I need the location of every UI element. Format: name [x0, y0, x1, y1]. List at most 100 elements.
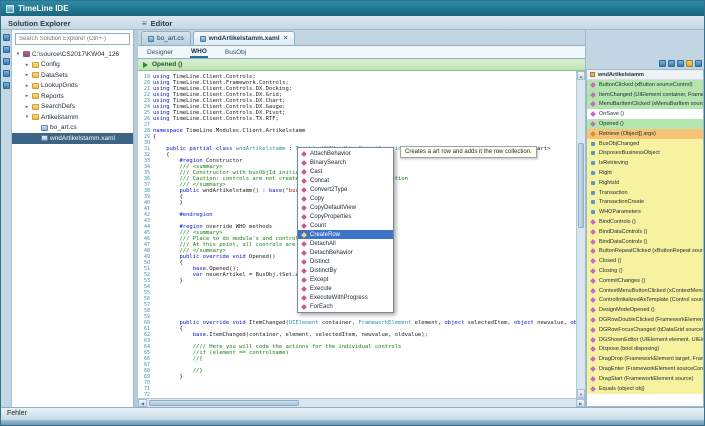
member-item[interactable]: Dispose (bool disposing) — [587, 344, 703, 355]
subtab[interactable]: WHO — [190, 46, 208, 58]
member-item[interactable]: Transaction — [587, 187, 703, 198]
editor-tab[interactable]: bo_art.cs — [141, 31, 191, 45]
subtab[interactable]: Designer — [146, 47, 174, 57]
member-item[interactable]: BindDataControls () — [587, 226, 703, 237]
documents-icon[interactable] — [2, 58, 10, 65]
autocomplete-item[interactable]: Concat — [298, 176, 393, 185]
menu-icon[interactable] — [142, 19, 147, 28]
expander-icon[interactable] — [24, 83, 30, 89]
member-item[interactable]: DGShownEditor (UIElement element, UIElem… — [587, 334, 703, 345]
member-item[interactable]: DGRowDoubleClicked (FrameworkElement ele… — [587, 315, 703, 325]
member-item[interactable]: BindControls () — [587, 217, 703, 227]
member-item[interactable]: Closed () — [587, 256, 703, 267]
tree-item[interactable]: DataSets — [12, 70, 133, 81]
member-item[interactable]: TransactionCreate — [587, 197, 703, 208]
autocomplete-item[interactable]: CopyProperties — [298, 212, 393, 221]
search-input[interactable] — [15, 33, 130, 45]
members-header[interactable]: wndArtikelstamm — [587, 70, 703, 80]
member-item[interactable]: DragDrop (FrameworkElement target, Frame… — [587, 354, 703, 365]
node-icon — [23, 51, 30, 58]
scroll-down-icon[interactable] — [577, 389, 585, 398]
member-item[interactable]: BusObjChanged — [587, 138, 703, 149]
close-icon[interactable] — [284, 36, 288, 42]
sort-alpha-icon[interactable] — [659, 60, 666, 67]
tree-item[interactable]: Reports — [12, 91, 133, 102]
autocomplete-item[interactable]: CopyDefaultView — [298, 203, 393, 212]
member-item[interactable]: IsRetrieving — [587, 158, 703, 169]
tree-item[interactable]: wndArtikelstamm.xaml — [12, 133, 133, 144]
expander-icon[interactable] — [24, 72, 30, 78]
autocomplete-item[interactable]: CreateRow — [298, 230, 393, 239]
member-item[interactable]: OnSave () — [587, 109, 703, 120]
member-item[interactable]: Opened () — [587, 119, 703, 129]
help-icon[interactable] — [2, 82, 10, 89]
solution-icon[interactable] — [2, 34, 10, 41]
solution-explorer-header[interactable]: Solution Explorer — [1, 16, 138, 29]
member-item[interactable]: DGRowFocusChanged (bDataGrid sourceContr… — [587, 324, 703, 335]
tree-item[interactable]: Artikelstamm — [12, 112, 133, 123]
show-properties-icon[interactable] — [686, 60, 693, 67]
expander-icon[interactable] — [24, 104, 30, 110]
member-item[interactable]: ItemChanged (UIElement container, Framew… — [587, 89, 703, 100]
horizontal-scrollbar[interactable] — [138, 398, 585, 407]
member-item[interactable]: DragStart (FrameworkElement source) — [587, 373, 703, 384]
tree-item[interactable]: C:\source\CS2017\KW04_126 — [12, 49, 133, 60]
scrollbar-thumb[interactable] — [578, 142, 584, 228]
tree-item[interactable]: bo_art.cs — [12, 123, 133, 134]
member-item[interactable]: BindDataControls () — [587, 236, 703, 247]
autocomplete-item[interactable]: Distinct — [298, 257, 393, 266]
search-icon[interactable] — [2, 46, 10, 53]
autocomplete-item[interactable]: Except — [298, 275, 393, 284]
autocomplete-item[interactable]: Convert2Type — [298, 185, 393, 194]
autocomplete-item[interactable]: DetachAll — [298, 239, 393, 248]
member-item[interactable]: Closing () — [587, 266, 703, 276]
member-item[interactable]: ButtonClicked (xButton sourceControl) — [587, 80, 703, 90]
member-item[interactable]: ButtonRepeatClicked (xButtonRepeat sourc… — [587, 246, 703, 257]
group-by-type-icon[interactable] — [668, 60, 675, 67]
autocomplete-item[interactable]: Count — [298, 221, 393, 230]
member-item[interactable]: RightsId — [587, 177, 703, 188]
member-item[interactable]: Right — [587, 168, 703, 178]
autocomplete-item[interactable]: Execute — [298, 284, 393, 293]
scrollbar-thumb[interactable] — [149, 400, 299, 406]
member-item[interactable]: DesignModeOpened () — [587, 305, 703, 316]
autocomplete-item[interactable]: AttachBehavior — [298, 149, 393, 158]
title-bar[interactable]: TimeLine IDE — [1, 1, 704, 16]
member-item[interactable]: ControlInitializedAsTemplate (Control so… — [587, 295, 703, 306]
show-events-icon[interactable] — [677, 60, 684, 67]
show-methods-icon[interactable] — [695, 60, 702, 67]
autocomplete-item[interactable]: ForEach — [298, 302, 393, 311]
expander-icon[interactable] — [24, 114, 30, 120]
scroll-left-icon[interactable] — [138, 399, 147, 407]
editor-header[interactable]: Editor — [138, 16, 704, 29]
autocomplete-item[interactable]: ExecuteWithProgress — [298, 293, 393, 302]
autocomplete-item[interactable]: DistinctBy — [298, 266, 393, 275]
expander-icon[interactable] — [24, 62, 30, 68]
tree-item[interactable]: LookupGrids — [12, 81, 133, 92]
autocomplete-item[interactable]: BinarySearch — [298, 158, 393, 167]
settings-icon[interactable] — [2, 70, 10, 77]
member-item[interactable]: Equals (object obj) — [587, 383, 703, 394]
autocomplete-item[interactable]: DetachBehavior — [298, 248, 393, 257]
scroll-right-icon[interactable] — [576, 399, 585, 407]
status-bar[interactable]: Fehler — [1, 407, 704, 420]
autocomplete-item[interactable]: Cast — [298, 167, 393, 176]
member-item[interactable]: Retrieve (Object[] args) — [587, 128, 703, 139]
member-kind-icon — [591, 141, 595, 146]
tree-item[interactable]: Config — [12, 60, 133, 71]
member-item[interactable]: ContextMenuButtonClicked (xContextMenuBu… — [587, 285, 703, 296]
tree-item[interactable]: SearchDefs — [12, 102, 133, 113]
member-item[interactable]: CommitChanges () — [587, 275, 703, 286]
scroll-up-icon[interactable] — [577, 71, 585, 80]
member-item[interactable]: DisposesBusinessObject — [587, 148, 703, 159]
autocomplete-item[interactable]: Copy — [298, 194, 393, 203]
editor-tab[interactable]: wndArtikelstamm.xaml — [192, 31, 295, 45]
expander-icon[interactable] — [15, 51, 21, 57]
member-item[interactable]: DragEnter (FrameworkElement sourceContro… — [587, 364, 703, 374]
vertical-scrollbar[interactable] — [576, 71, 585, 398]
subtab[interactable]: BusObj — [224, 47, 247, 57]
member-item[interactable]: WHOParameters — [587, 207, 703, 218]
member-item[interactable]: MenuBarItemClicked (xMenuBarItem sourceC… — [587, 99, 703, 110]
expander-icon[interactable] — [24, 93, 30, 99]
method-breadcrumb[interactable]: Opened () — [138, 59, 585, 71]
